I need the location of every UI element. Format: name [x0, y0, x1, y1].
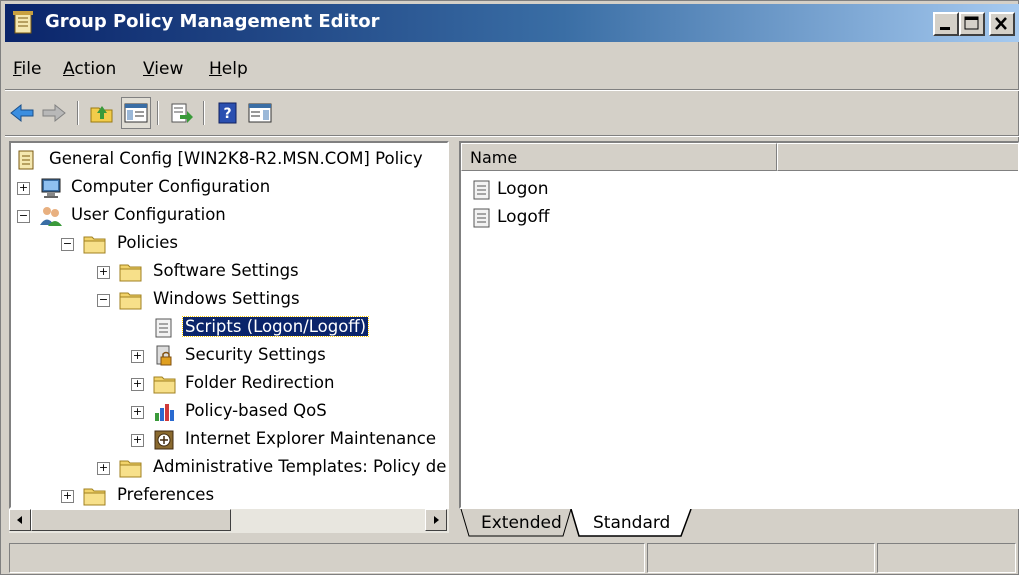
column-header-name[interactable]: Name: [461, 143, 777, 171]
collapse-minus-icon[interactable]: −: [97, 294, 110, 307]
toolbar-separator: [157, 101, 159, 125]
expand-plus-icon[interactable]: +: [131, 434, 144, 447]
tree-label: User Configuration: [71, 205, 226, 224]
tree-label: Policy-based QoS: [185, 401, 327, 420]
expand-plus-icon[interactable]: +: [131, 350, 144, 363]
toolbar-separator: [203, 101, 205, 125]
list-item-label: Logon: [497, 179, 549, 199]
menu-view-mnemonic: V: [143, 59, 155, 79]
script-icon: [153, 317, 177, 339]
script-icon: [471, 207, 495, 229]
toolbar-separator: [77, 101, 79, 125]
folder-icon: [153, 373, 177, 395]
security-lock-icon: [153, 345, 177, 367]
help-icon[interactable]: ?: [213, 97, 243, 129]
svg-text:?: ?: [223, 106, 231, 122]
app-window: Group Policy Management Editor File Acti…: [0, 0, 1019, 575]
tree-label: Internet Explorer Maintenance: [185, 429, 436, 448]
details-pane[interactable]: Name Logon Logoff: [459, 141, 1019, 509]
list-item-label: Logoff: [497, 207, 550, 227]
toolbar-separator-line: [5, 135, 1019, 137]
status-panel-main: [9, 543, 645, 573]
status-bar: [5, 541, 1019, 573]
expand-plus-icon[interactable]: +: [61, 490, 74, 503]
export-list-icon[interactable]: [167, 97, 197, 129]
tree-label: Software Settings: [153, 261, 299, 280]
tree-label: Security Settings: [185, 345, 326, 364]
folder-icon: [119, 457, 143, 479]
menu-action-label: ction: [74, 59, 117, 79]
ie-maintenance-icon: [153, 429, 177, 451]
tree-label: Windows Settings: [153, 289, 300, 308]
close-button[interactable]: [989, 12, 1015, 36]
view-tabs: Extended Standard: [459, 509, 1019, 539]
collapse-minus-icon[interactable]: −: [61, 238, 74, 251]
tree-label: Folder Redirection: [185, 373, 335, 392]
policy-scroll-icon: [17, 149, 41, 171]
folder-icon: [119, 261, 143, 283]
tree-label: Computer Configuration: [71, 177, 271, 196]
tree-label: Scripts (Logon/Logoff): [181, 316, 370, 337]
menu-help[interactable]: Help: [209, 59, 248, 79]
menu-file[interactable]: File: [13, 59, 41, 79]
users-icon: [39, 205, 63, 227]
folder-icon: [83, 233, 107, 255]
menu-separator: [5, 89, 1019, 91]
gpo-editor-icon: [13, 11, 35, 35]
status-panel-3: [877, 543, 1016, 573]
tab-extended[interactable]: Extended: [467, 509, 576, 537]
folder-icon: [83, 485, 107, 507]
menu-help-label: elp: [221, 59, 248, 79]
tab-standard[interactable]: Standard: [579, 509, 684, 537]
column-header-blank[interactable]: [777, 143, 1018, 171]
show-hide-tree-icon[interactable]: [121, 97, 151, 129]
menu-bar: File Action View Help: [5, 53, 1019, 87]
menu-action-mnemonic: A: [63, 59, 75, 79]
tree-label: Administrative Templates: Policy de: [153, 457, 447, 476]
script-icon: [471, 179, 495, 201]
tree-label: Policies: [117, 233, 179, 252]
menu-help-mnemonic: H: [209, 59, 222, 79]
window-title: Group Policy Management Editor: [45, 11, 380, 32]
expand-plus-icon[interactable]: +: [97, 266, 110, 279]
list-header: Name: [461, 143, 1018, 171]
tree-horizontal-scrollbar[interactable]: [9, 509, 449, 533]
menu-view[interactable]: View: [143, 59, 183, 79]
expand-plus-icon[interactable]: +: [97, 462, 110, 475]
expand-plus-icon[interactable]: +: [131, 406, 144, 419]
folder-icon: [119, 289, 143, 311]
menu-file-mnemonic: F: [13, 59, 22, 79]
up-folder-icon[interactable]: [87, 97, 117, 129]
menu-action[interactable]: Action: [63, 59, 116, 79]
scroll-left-icon[interactable]: [9, 509, 31, 531]
menu-file-label: ile: [21, 59, 42, 79]
scroll-thumb[interactable]: [31, 509, 231, 531]
computer-icon: [39, 177, 63, 199]
expand-plus-icon[interactable]: +: [17, 182, 30, 195]
console-tree[interactable]: General Config [WIN2K8-R2.MSN.COM] Polic…: [9, 141, 449, 509]
collapse-minus-icon[interactable]: −: [17, 210, 30, 223]
tree-label: General Config [WIN2K8-R2.MSN.COM] Polic…: [49, 149, 423, 168]
maximize-button[interactable]: [959, 12, 985, 36]
status-panel-2: [647, 543, 875, 573]
title-bar[interactable]: Group Policy Management Editor: [5, 4, 1019, 42]
action-pane-icon[interactable]: [245, 97, 275, 129]
back-icon[interactable]: [7, 97, 37, 129]
forward-icon[interactable]: [39, 97, 69, 129]
toolbar: ?: [5, 93, 1019, 133]
menu-view-label: iew: [154, 59, 184, 79]
tree-label: Preferences: [117, 485, 215, 504]
expand-plus-icon[interactable]: +: [131, 378, 144, 391]
qos-chart-icon: [153, 401, 177, 423]
minimize-button[interactable]: [933, 12, 959, 36]
scroll-right-icon[interactable]: [425, 509, 447, 531]
